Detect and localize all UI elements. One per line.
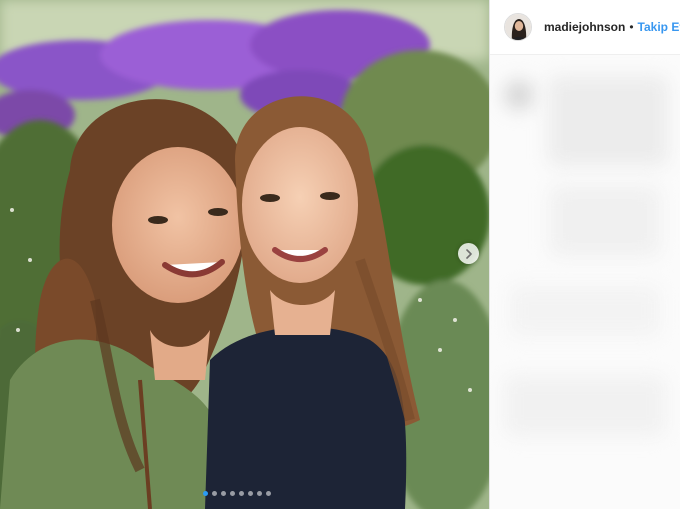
instagram-post: madiejohnson • Takip Et (0, 0, 680, 509)
blurred-comment (548, 76, 668, 166)
blurred-avatar (504, 80, 534, 110)
carousel-dot[interactable] (221, 491, 226, 496)
carousel-dots (203, 491, 271, 496)
blurred-comment (550, 186, 660, 256)
follow-button[interactable]: Takip Et (638, 20, 680, 34)
blurred-comment (510, 286, 660, 336)
chevron-right-icon (465, 248, 473, 259)
photo-illustration (0, 0, 489, 509)
avatar[interactable] (504, 13, 532, 41)
post-sidebar: madiejohnson • Takip Et (489, 0, 680, 509)
carousel-dot[interactable] (239, 491, 244, 496)
carousel-dot[interactable] (212, 491, 217, 496)
carousel-dot[interactable] (230, 491, 235, 496)
carousel-dot[interactable] (266, 491, 271, 496)
post-header: madiejohnson • Takip Et (490, 0, 680, 55)
post-photo[interactable] (0, 0, 489, 509)
carousel-dot[interactable] (257, 491, 262, 496)
blurred-comments-area (490, 56, 680, 509)
next-image-button[interactable] (458, 243, 479, 264)
header-separator: • (629, 20, 634, 34)
username-link[interactable]: madiejohnson (544, 20, 625, 34)
blurred-comment (505, 376, 665, 436)
carousel-dot[interactable] (248, 491, 253, 496)
carousel-dot[interactable] (203, 491, 208, 496)
